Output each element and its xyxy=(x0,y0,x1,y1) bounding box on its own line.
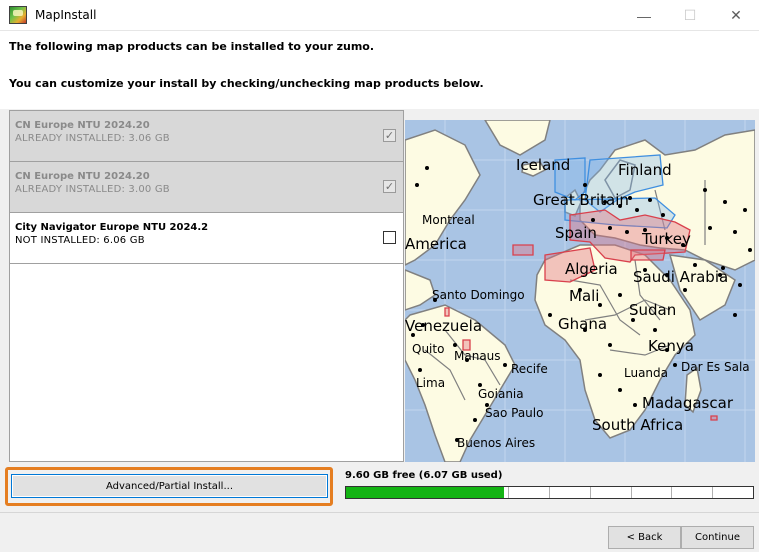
window-controls: — ☐ ✕ xyxy=(621,0,759,31)
minimize-button[interactable]: — xyxy=(621,0,667,31)
map-label-algeria: Algeria xyxy=(565,260,618,278)
back-button[interactable]: < Back xyxy=(608,526,681,549)
product-checkbox-checked[interactable]: ✓ xyxy=(383,129,396,142)
map-label-luanda: Luanda xyxy=(624,366,669,380)
close-button[interactable]: ✕ xyxy=(713,0,759,31)
product-name: CN Europe NTU 2024.20 xyxy=(15,120,150,131)
map-label-dar-es-sala: Dar Es Sala xyxy=(681,360,750,374)
product-status: ALREADY INSTALLED: 3.06 GB xyxy=(15,133,170,144)
map-label-sao-paulo: Sao Paulo xyxy=(485,406,544,420)
title-bar: MapInstall — ☐ ✕ xyxy=(0,0,759,31)
product-checkbox-checked[interactable]: ✓ xyxy=(383,180,396,193)
map-label-mali: Mali xyxy=(569,287,600,305)
map-label-quito: Quito xyxy=(412,342,445,356)
map-label-montreal: Montreal xyxy=(422,213,475,227)
product-name: CN Europe NTU 2024.20 xyxy=(15,171,150,182)
product-item-cn-europe-1[interactable]: CN Europe NTU 2024.20 ALREADY INSTALLED:… xyxy=(10,111,403,162)
map-label-iceland: Iceland xyxy=(516,156,571,174)
map-label-spain: Spain xyxy=(555,224,597,242)
coverage-map[interactable]: Iceland Finland Great Britain Montreal S… xyxy=(405,120,755,462)
product-status: NOT INSTALLED: 6.06 GB xyxy=(15,235,145,246)
continue-button[interactable]: Continue xyxy=(681,526,754,549)
map-label-lima: Lima xyxy=(416,376,446,390)
map-label-america: America xyxy=(405,235,467,253)
instruction-line-1: The following map products can be instal… xyxy=(9,40,375,53)
product-item-cn-europe-2[interactable]: CN Europe NTU 2024.20 ALREADY INSTALLED:… xyxy=(10,162,403,213)
map-label-south-africa: South Africa xyxy=(592,416,684,434)
storage-usage-bar xyxy=(345,486,754,499)
map-label-goiania: Goiania xyxy=(478,387,524,401)
window-title: MapInstall xyxy=(35,8,97,22)
advanced-partial-install-button[interactable]: Advanced/Partial Install... xyxy=(11,474,328,498)
free-space-label: 9.60 GB free (6.07 GB used) xyxy=(345,470,503,481)
map-label-great-britain: Great Britain xyxy=(533,191,629,209)
map-label-saudi-arabia: Saudi Arabia xyxy=(633,268,729,286)
map-product-list[interactable]: CN Europe NTU 2024.20 ALREADY INSTALLED:… xyxy=(9,110,404,462)
product-name: City Navigator Europe NTU 2024.2 xyxy=(15,222,209,233)
map-label-santo-domingo: Santo Domingo xyxy=(432,288,525,302)
map-label-manaus: Manaus xyxy=(454,349,501,363)
product-item-city-navigator-europe[interactable]: City Navigator Europe NTU 2024.2 NOT INS… xyxy=(10,213,403,264)
map-label-turkey: Turkey xyxy=(642,230,691,248)
map-label-buenos-aires: Buenos Aires xyxy=(457,436,536,450)
maximize-button[interactable]: ☐ xyxy=(667,0,713,31)
product-status: ALREADY INSTALLED: 3.00 GB xyxy=(15,184,170,195)
mapinstall-app-icon xyxy=(9,6,27,24)
footer-separator xyxy=(0,512,759,513)
map-label-ghana: Ghana xyxy=(558,315,608,333)
map-label-sudan: Sudan xyxy=(629,301,677,319)
map-label-recife: Recife xyxy=(511,362,548,376)
product-checkbox-unchecked[interactable] xyxy=(383,231,396,244)
map-label-madagascar: Madagascar xyxy=(642,394,733,412)
map-label-finland: Finland xyxy=(618,161,672,179)
map-label-venezuela: Venezuela xyxy=(405,317,483,335)
instructions-panel: The following map products can be instal… xyxy=(0,31,759,109)
storage-used-fill xyxy=(346,487,504,498)
map-label-kenya: Kenya xyxy=(648,337,694,355)
instruction-line-2: You can customize your install by checki… xyxy=(9,77,484,90)
